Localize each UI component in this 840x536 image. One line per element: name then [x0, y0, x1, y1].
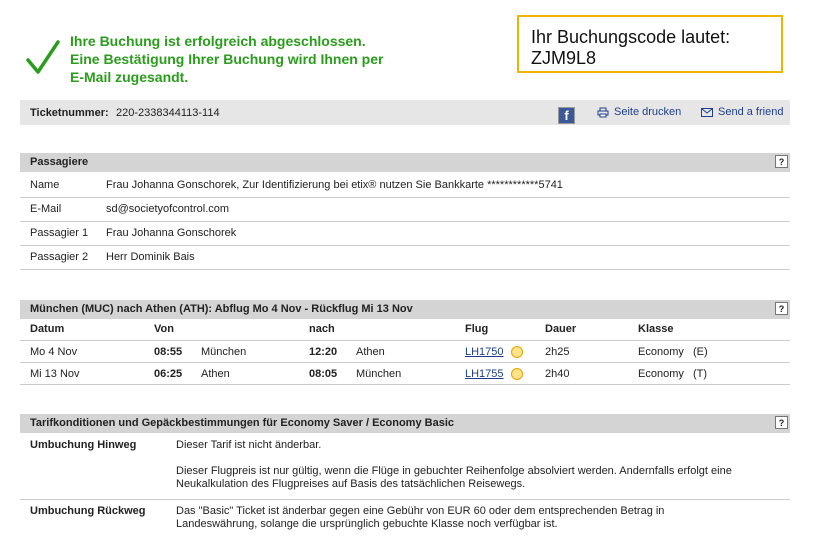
passenger-row-value: Frau Johanna Gonschorek, Zur Identifizie… — [106, 179, 563, 191]
tariff-outbound-label: Umbuchung Hinweg — [30, 439, 137, 451]
flight-date: Mo 4 Nov — [30, 346, 78, 358]
airline-logo-icon — [511, 346, 523, 358]
passenger-row: Passagier 1 Frau Johanna Gonschorek — [20, 221, 790, 246]
flight-class: Economy — [638, 368, 684, 380]
arrival-city: München — [356, 368, 402, 380]
passenger-row-key: Passagier 1 — [30, 227, 89, 239]
passenger-row-key: Name — [30, 179, 60, 191]
confirmation-line-2: Eine Bestätigung Ihrer Buchung wird Ihne… — [70, 51, 384, 67]
tariff-return-label: Umbuchung Rückweg — [30, 505, 146, 517]
confirmation-message: Ihre Buchung ist erfolgreich abgeschloss… — [70, 32, 383, 86]
booking-code-box: Ihr Buchungscode lautet: ZJM9L8 — [517, 15, 783, 73]
flight-number-link[interactable]: LH1750 — [465, 346, 504, 358]
flights-table-header: Datum Von nach Flug Dauer Klasse — [20, 320, 790, 341]
flights-help-button[interactable]: ? — [775, 302, 788, 315]
passenger-row-value: Herr Dominik Bais — [106, 251, 195, 263]
ticket-number-label: Ticketnummer: — [30, 107, 109, 119]
flights-header: München (MUC) nach Athen (ATH): Abflug M… — [20, 300, 790, 319]
envelope-icon — [701, 107, 713, 117]
tariff-outbound-text: Dieser Tarif ist nicht änderbar. — [176, 439, 322, 451]
flight-number-link[interactable]: LH1755 — [465, 368, 504, 380]
flights-title: München (MUC) nach Athen (ATH): Abflug M… — [30, 303, 413, 315]
print-page-label: Seite drucken — [614, 106, 682, 118]
confirmation-line-1: Ihre Buchung ist erfolgreich abgeschloss… — [70, 33, 366, 49]
passenger-row-value: sd@societyofcontrol.com — [106, 203, 230, 215]
booking-code-label: Ihr Buchungscode lautet: — [531, 27, 731, 47]
flight-row: Mi 13 Nov 06:25 Athen 08:05 München LH17… — [20, 363, 790, 385]
departure-time: 08:55 — [154, 346, 183, 358]
passenger-row-value: Frau Johanna Gonschorek — [106, 227, 237, 239]
booking-code-value: ZJM9L8 — [531, 48, 597, 68]
send-a-friend-label: Send a friend — [718, 106, 784, 118]
col-datum: Datum — [30, 323, 65, 335]
col-dauer: Dauer — [545, 323, 577, 335]
arrival-city: Athen — [356, 346, 385, 358]
tariff-divider — [20, 499, 790, 500]
tariff-help-button[interactable]: ? — [775, 416, 788, 429]
send-a-friend-link[interactable]: Send a friend — [701, 106, 783, 118]
booking-class-code: (T) — [693, 368, 708, 380]
departure-time: 06:25 — [154, 368, 183, 380]
airline-logo-icon — [511, 368, 523, 380]
passenger-row-key: Passagier 2 — [30, 251, 89, 263]
passenger-row-key: E-Mail — [30, 203, 62, 215]
flight-row: Mo 4 Nov 08:55 München 12:20 Athen LH175… — [20, 341, 790, 363]
departure-city: München — [201, 346, 247, 358]
passenger-row: E-Mail sd@societyofcontrol.com — [20, 197, 790, 222]
passengers-title: Passagiere — [30, 156, 89, 168]
flight-duration: 2h25 — [545, 346, 570, 358]
col-flug: Flug — [465, 323, 489, 335]
col-von: Von — [154, 323, 174, 335]
tariff-return-text: Das "Basic" Ticket ist änderbar gegen ei… — [176, 505, 665, 530]
col-klasse: Klasse — [638, 323, 674, 335]
col-nach: nach — [309, 323, 335, 335]
flight-date: Mi 13 Nov — [30, 368, 80, 380]
arrival-time: 12:20 — [309, 346, 338, 358]
booking-class-code: (E) — [693, 346, 708, 358]
ticket-number-value: 220-2338344113-114 — [116, 107, 220, 119]
departure-city: Athen — [201, 368, 230, 380]
facebook-icon[interactable]: f — [558, 107, 575, 124]
passengers-header: Passagiere ? — [20, 153, 790, 172]
flight-class: Economy — [638, 346, 684, 358]
print-page-link[interactable]: Seite drucken — [597, 106, 681, 118]
tariff-outbound-note: Dieser Flugpreis ist nur gültig, wenn di… — [176, 465, 732, 490]
passenger-row: Name Frau Johanna Gonschorek, Zur Identi… — [20, 173, 790, 198]
tariff-title: Tarifkonditionen und Gepäckbestimmungen … — [30, 417, 454, 429]
tariff-header: Tarifkonditionen und Gepäckbestimmungen … — [20, 414, 790, 433]
ticket-bar: Ticketnummer: 220-2338344113-114 f Seite… — [20, 100, 790, 125]
flight-duration: 2h40 — [545, 368, 570, 380]
checkmark-icon — [26, 40, 60, 74]
confirmation-line-3: E-Mail zugesandt. — [70, 69, 189, 85]
printer-icon — [597, 107, 609, 117]
arrival-time: 08:05 — [309, 368, 338, 380]
passenger-row: Passagier 2 Herr Dominik Bais — [20, 245, 790, 270]
passengers-help-button[interactable]: ? — [775, 155, 788, 168]
